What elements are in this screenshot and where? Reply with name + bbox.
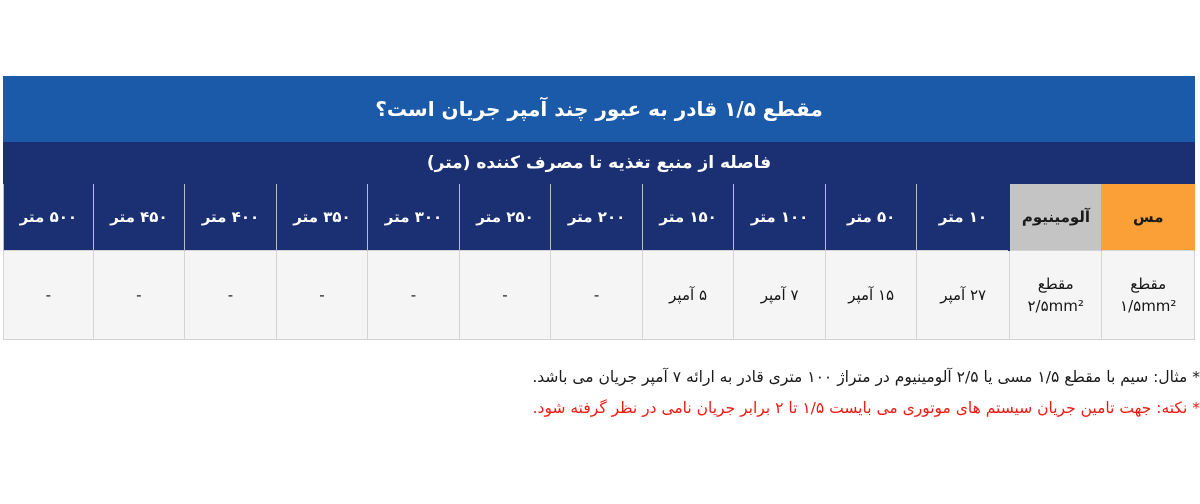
header-distance-500m: ۵۰۰ متر	[3, 184, 94, 251]
current-capacity-table: مقطع ۱/۵ قادر به عبور چند آمپر جریان است…	[3, 76, 1195, 340]
header-aluminum-label: آلومینیوم	[1021, 208, 1091, 226]
header-distance-10m: ۱۰ متر	[916, 184, 1011, 251]
cell-current-10m: ۲۷ آمپر	[916, 250, 1010, 340]
page-root: مقطع ۱/۵ قادر به عبور چند آمپر جریان است…	[0, 0, 1200, 504]
header-distance-100m: ۱۰۰ متر	[733, 184, 826, 251]
header-distance-400m: ۴۰۰ متر	[184, 184, 277, 251]
header-distance-label: ۱۵۰ متر	[659, 208, 717, 226]
header-distance-label: ۴۰۰ متر	[201, 208, 260, 226]
header-distance-label: ۵۰۰ متر	[19, 208, 78, 226]
header-distance-label: ۳۵۰ متر	[293, 208, 351, 226]
header-distance-label: ۲۰۰ متر	[567, 208, 626, 226]
table-subtitle: فاصله از منبع تغذیه تا مصرف کننده (متر)	[3, 142, 1195, 184]
table-title: مقطع ۱/۵ قادر به عبور چند آمپر جریان است…	[3, 76, 1195, 142]
header-distance-200m: ۲۰۰ متر	[550, 184, 643, 251]
copper-section-line1: مقطع	[1130, 274, 1167, 293]
header-distance-label: ۱۰ متر	[938, 208, 988, 226]
aluminum-section-line2: ۲/۵mm²	[1027, 297, 1084, 315]
note-example: * مثال: سیم با مقطع ۱/۵ مسی یا ۲/۵ آلومی…	[532, 368, 1200, 386]
data-grid: مس آلومینیوم ۱۰ متر ۵۰ متر ۱۰۰ متر ۱۵۰ م…	[3, 184, 1195, 340]
header-distance-label: ۱۰۰ متر	[750, 208, 809, 226]
notes-section: * مثال: سیم با مقطع ۱/۵ مسی یا ۲/۵ آلومی…	[4, 365, 1200, 420]
header-distance-label: ۴۵۰ متر	[110, 208, 168, 226]
cell-current-50m: ۱۵ آمپر	[824, 250, 918, 340]
header-distance-150m: ۱۵۰ متر	[641, 184, 735, 251]
cell-aluminum-section: مقطع ۲/۵mm²	[1008, 250, 1103, 340]
cell-current-350m: -	[275, 250, 369, 340]
cell-copper-section: مقطع ۱/۵mm²	[1101, 250, 1195, 340]
cell-current-400m: -	[184, 250, 277, 340]
cell-current-300m: -	[367, 250, 460, 340]
cell-current-150m: ۵ آمپر	[641, 250, 735, 340]
header-distance-350m: ۳۵۰ متر	[275, 184, 369, 251]
header-aluminum: آلومینیوم	[1008, 184, 1103, 251]
header-distance-50m: ۵۰ متر	[824, 184, 918, 251]
copper-section-line2: ۱/۵mm²	[1120, 297, 1177, 315]
cell-current-450m: -	[92, 250, 186, 340]
header-row: مس آلومینیوم ۱۰ متر ۵۰ متر ۱۰۰ متر ۱۵۰ م…	[3, 184, 1195, 251]
cell-current-250m: -	[458, 250, 552, 340]
header-distance-label: ۲۵۰ متر	[476, 208, 534, 226]
aluminum-section-line1: مقطع	[1037, 274, 1074, 293]
header-copper: مس	[1101, 184, 1195, 251]
header-distance-300m: ۳۰۰ متر	[367, 184, 460, 251]
header-distance-label: ۵۰ متر	[847, 208, 896, 226]
header-distance-label: ۳۰۰ متر	[384, 208, 443, 226]
table-row: مقطع ۱/۵mm² مقطع ۲/۵mm² ۲۷ آمپر ۱۵ آمپر …	[3, 250, 1195, 340]
header-copper-label: مس	[1132, 208, 1164, 226]
cell-current-500m: -	[3, 250, 94, 340]
cell-current-100m: ۷ آمپر	[733, 250, 826, 340]
note-warning: * نکته: جهت تامین جریان سیستم های موتوری…	[532, 399, 1200, 418]
header-distance-450m: ۴۵۰ متر	[92, 184, 186, 251]
header-distance-250m: ۲۵۰ متر	[458, 184, 552, 251]
cell-current-200m: -	[550, 250, 643, 340]
